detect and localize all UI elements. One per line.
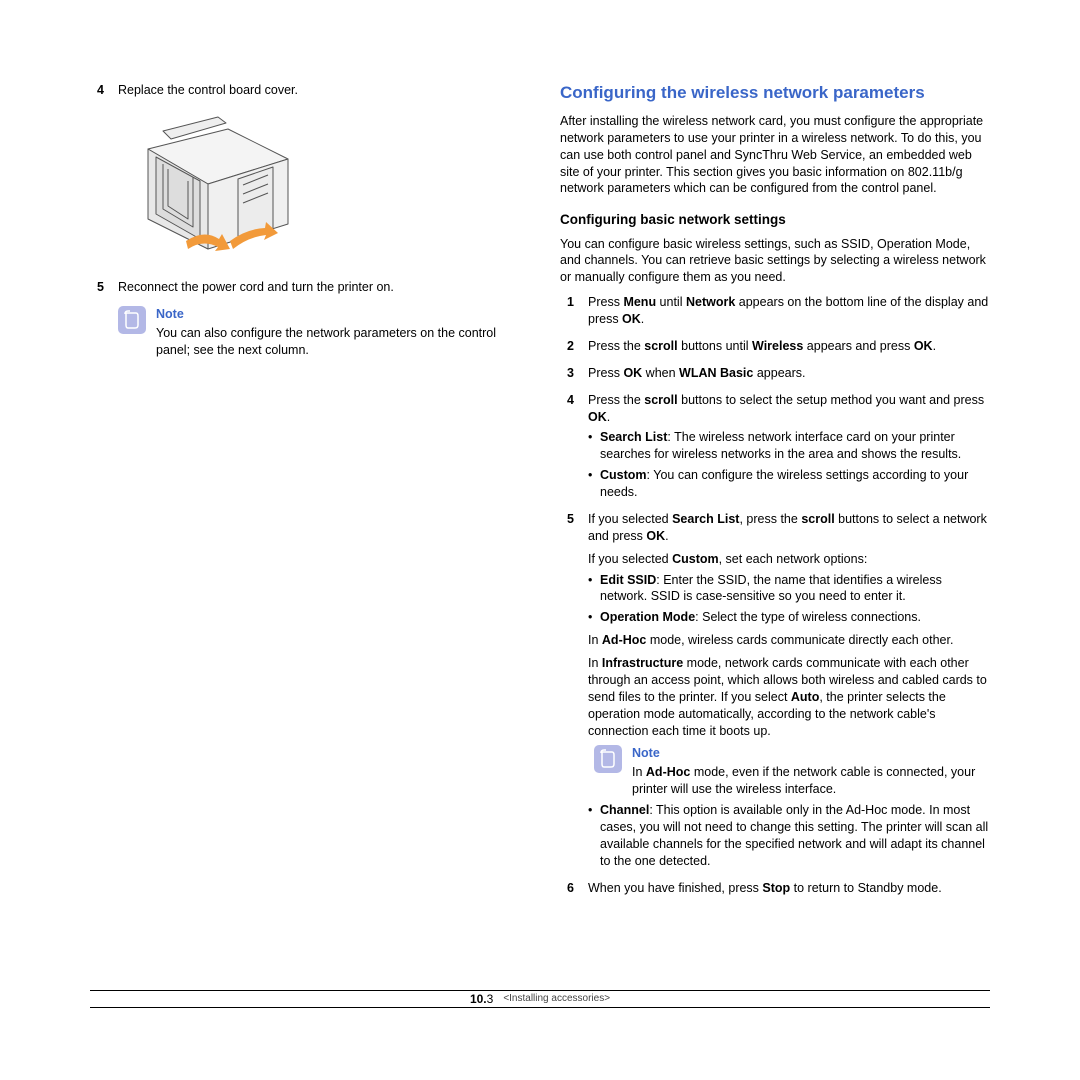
section-heading: Configuring the wireless network paramet… <box>560 82 990 105</box>
step-6: 6 When you have finished, press Stop to … <box>560 880 990 897</box>
step-text: Press Menu until Network appears on the … <box>588 294 990 328</box>
step-4: 4 Replace the control board cover. <box>90 82 520 99</box>
step-text: Replace the control board cover. <box>118 82 520 99</box>
step-number: 5 <box>90 279 104 296</box>
note-block: Note You can also configure the network … <box>118 306 520 359</box>
step-number: 2 <box>560 338 574 355</box>
step-text: Press OK when WLAN Basic appears. <box>588 365 990 382</box>
note-label: Note <box>156 306 520 323</box>
note-text: You can also configure the network param… <box>156 325 520 359</box>
bullet-search-list: •Search List: The wireless network inter… <box>588 429 990 463</box>
right-column: Configuring the wireless network paramet… <box>560 82 990 906</box>
note-icon <box>594 745 622 773</box>
left-column: 4 Replace the control board cover. <box>90 82 520 906</box>
step-number: 1 <box>560 294 574 328</box>
step-1: 1 Press Menu until Network appears on th… <box>560 294 990 328</box>
step-number: 5 <box>560 511 574 870</box>
note-icon <box>118 306 146 334</box>
step-3: 3 Press OK when WLAN Basic appears. <box>560 365 990 382</box>
step-number: 4 <box>560 392 574 501</box>
note-block: Note In Ad-Hoc mode, even if the network… <box>594 745 990 798</box>
step-5r: 5 If you selected Search List, press the… <box>560 511 990 870</box>
step-text: If you selected Search List, press the s… <box>588 511 990 870</box>
step-2: 2 Press the scroll buttons until Wireles… <box>560 338 990 355</box>
bullet-channel: •Channel: This option is available only … <box>588 802 990 870</box>
page-footer: 10.3 <Installing accessories> <box>90 990 990 1008</box>
step-number: 3 <box>560 365 574 382</box>
step-text: Press the scroll buttons until Wireless … <box>588 338 990 355</box>
bullet-operation-mode: •Operation Mode: Select the type of wire… <box>588 609 990 626</box>
section-intro: After installing the wireless network ca… <box>560 113 990 197</box>
step-number: 4 <box>90 82 104 99</box>
step-text: When you have finished, press Stop to re… <box>588 880 990 897</box>
step-4r: 4 Press the scroll buttons to select the… <box>560 392 990 501</box>
page-number: 10.3 <box>470 991 493 1007</box>
footer-section: <Installing accessories> <box>503 992 610 1006</box>
subsection-heading: Configuring basic network settings <box>560 211 990 229</box>
step-text: Reconnect the power cord and turn the pr… <box>118 279 520 296</box>
note-label: Note <box>632 745 990 762</box>
printer-illustration <box>118 109 318 269</box>
step-number: 6 <box>560 880 574 897</box>
step-5: 5 Reconnect the power cord and turn the … <box>90 279 520 296</box>
bullet-edit-ssid: •Edit SSID: Enter the SSID, the name tha… <box>588 572 990 606</box>
bullet-custom: •Custom: You can configure the wireless … <box>588 467 990 501</box>
subsection-intro: You can configure basic wireless setting… <box>560 236 990 287</box>
step-text: Press the scroll buttons to select the s… <box>588 392 990 501</box>
note-text: In Ad-Hoc mode, even if the network cabl… <box>632 764 990 798</box>
